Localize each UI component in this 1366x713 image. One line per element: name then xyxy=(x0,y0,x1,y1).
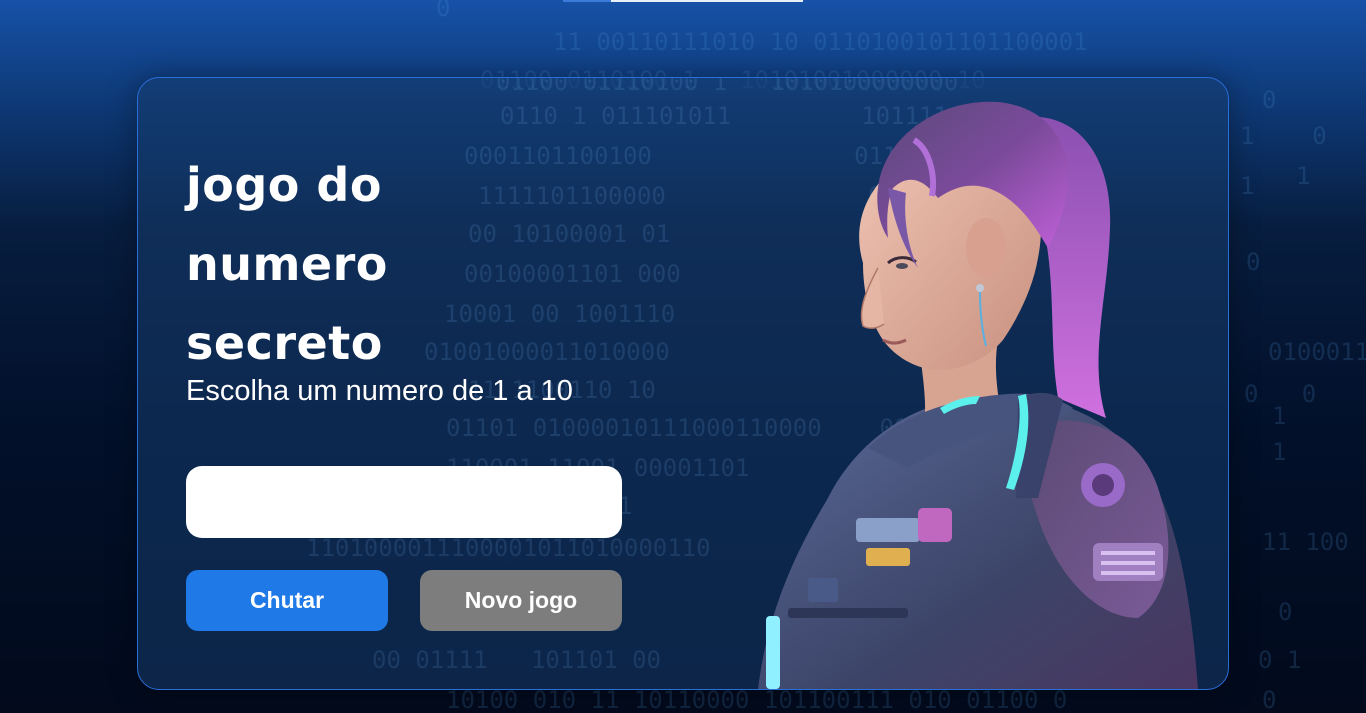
instructions-text: Escolha um numero de 1 a 10 xyxy=(186,375,573,407)
guess-input[interactable] xyxy=(186,466,622,538)
page-title: jogo do numero secreto xyxy=(186,158,388,370)
game-card: 01100 01110100 1 1010100000000 0110 1 01… xyxy=(137,77,1229,690)
top-accent-strip xyxy=(563,0,803,2)
guess-button[interactable]: Chutar xyxy=(186,570,388,631)
woman-in-sci-fi-armor-illustration xyxy=(758,101,1198,689)
new-game-button[interactable]: Novo jogo xyxy=(420,570,622,631)
